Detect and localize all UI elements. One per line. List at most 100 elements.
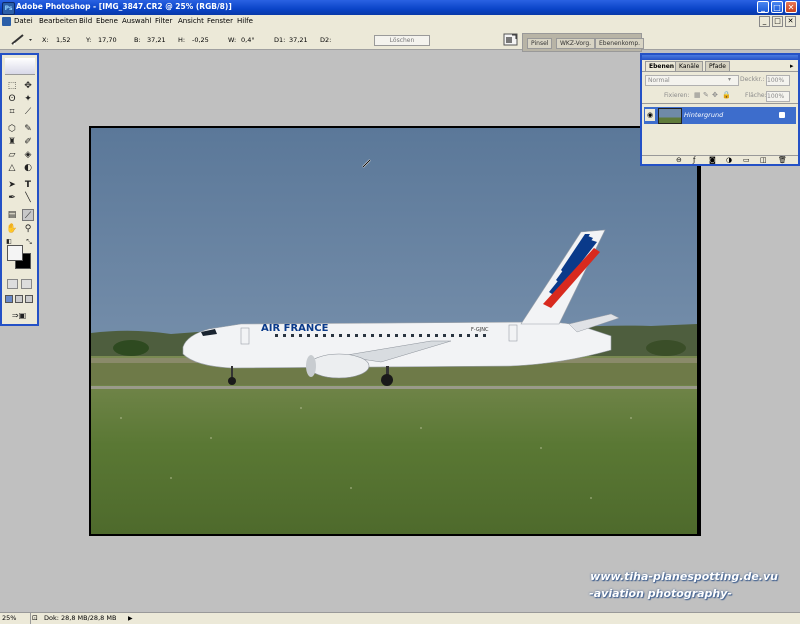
blend-mode-select[interactable]: Normal <box>645 75 739 86</box>
blend-mode-chevron-icon: ▾ <box>728 76 732 83</box>
y-label: Y: <box>86 36 92 44</box>
fill-field[interactable]: 100% <box>766 91 790 102</box>
well-tab-ebenenkomp[interactable]: Ebenenkomp. <box>595 38 645 49</box>
watermark-tagline: -aviation photography- <box>589 587 732 600</box>
minimize-button[interactable]: _ <box>757 1 769 13</box>
line-tool-icon[interactable]: ╲ <box>22 192 34 204</box>
type-tool-icon[interactable]: T <box>22 179 34 191</box>
lasso-tool-icon[interactable]: ʘ <box>6 93 18 105</box>
opacity-label: Deckkr.: <box>740 76 765 83</box>
layer-lock-icon <box>779 112 785 118</box>
zoom-tool-icon[interactable]: ⚲ <box>22 223 34 235</box>
well-tab-wkz-vorg[interactable]: WKZ-Vorg. <box>556 38 596 49</box>
document-icon <box>2 17 11 26</box>
panel-menu-arrow-icon[interactable]: ▸ <box>790 62 794 70</box>
layers-panel-header[interactable] <box>642 55 798 60</box>
layer-row-hintergrund[interactable]: ◉ Hintergrund <box>644 107 796 124</box>
hand-tool-icon[interactable]: ✋ <box>6 223 18 235</box>
w-value: 0,4° <box>241 36 255 44</box>
lock-all-icon[interactable]: 🔒 <box>722 91 731 99</box>
close-button[interactable]: ✕ <box>785 1 797 13</box>
slice-tool-icon[interactable]: ⟋ <box>22 106 34 118</box>
layer-name: Hintergrund <box>684 111 724 119</box>
layer-style-icon[interactable]: ƒ <box>693 156 695 164</box>
document-close-button[interactable]: ✕ <box>785 16 796 27</box>
crop-tool-icon[interactable]: ⌗ <box>6 106 18 118</box>
tab-ebenen[interactable]: Ebenen <box>645 61 679 71</box>
layer-visibility-eye-icon[interactable]: ◉ <box>645 109 655 121</box>
opacity-field[interactable]: 100% <box>766 75 790 86</box>
window-title: Adobe Photoshop - [IMG_3847.CR2 @ 25% (R… <box>16 2 232 11</box>
paint-bucket-tool-icon[interactable]: ◈ <box>22 149 34 161</box>
menu-bar: Datei Bearbeiten Bild Ebene Auswahl Filt… <box>0 15 800 29</box>
lock-transparent-icon[interactable]: ▦ <box>694 91 701 99</box>
move-tool-icon[interactable]: ✥ <box>22 80 34 92</box>
history-brush-tool-icon[interactable]: ✐ <box>22 136 34 148</box>
notes-tool-icon[interactable]: ▤ <box>6 209 18 221</box>
b-value: 37,21 <box>147 36 166 44</box>
menu-datei[interactable]: Datei <box>14 17 33 25</box>
menu-hilfe[interactable]: Hilfe <box>237 17 253 25</box>
link-layers-icon[interactable]: ⊖ <box>676 156 682 164</box>
document-canvas[interactable]: AIR FRANCE F-GJNC <box>89 126 701 536</box>
fill-label: Fläche: <box>745 92 767 99</box>
tab-kanaele[interactable]: Kanäle <box>675 61 704 71</box>
lock-image-icon[interactable]: ✎ <box>703 91 709 99</box>
feather-logo <box>5 58 35 75</box>
clone-stamp-tool-icon[interactable]: ♜ <box>6 136 18 148</box>
dodge-tool-icon[interactable]: ◐ <box>22 162 34 174</box>
menu-ebene[interactable]: Ebene <box>96 17 118 25</box>
title-bar[interactable]: Ps Adobe Photoshop - [IMG_3847.CR2 @ 25%… <box>0 0 800 15</box>
delete-layer-icon[interactable]: 🗑 <box>778 156 787 164</box>
layer-thumbnail <box>658 108 682 124</box>
well-tab-pinsel[interactable]: Pinsel <box>527 38 553 49</box>
new-group-icon[interactable]: ▭ <box>743 156 750 164</box>
palette-well-icon[interactable] <box>503 32 519 47</box>
full-screen-mode-icon[interactable] <box>25 295 33 303</box>
menu-ansicht[interactable]: Ansicht <box>178 17 204 25</box>
menu-bild[interactable]: Bild <box>79 17 92 25</box>
status-icon[interactable]: ⊡ <box>32 614 41 623</box>
maximize-button[interactable]: □ <box>771 1 783 13</box>
full-screen-menu-mode-icon[interactable] <box>15 295 23 303</box>
layer-mask-icon[interactable]: ◙ <box>709 156 716 164</box>
measure-tool-icon[interactable]: ⟋ <box>22 209 34 221</box>
swap-colors-icon[interactable]: ⤡ <box>25 238 33 246</box>
adjustment-layer-icon[interactable]: ◑ <box>726 156 732 164</box>
standard-mode-icon[interactable] <box>7 279 18 289</box>
lock-position-icon[interactable]: ✥ <box>712 91 718 99</box>
menu-bearbeiten[interactable]: Bearbeiten <box>39 17 77 25</box>
marquee-tool-icon[interactable]: ⬚ <box>6 80 18 92</box>
zoom-level-field[interactable]: 25% <box>0 613 31 624</box>
new-layer-icon[interactable]: ◫ <box>760 156 767 164</box>
document-restore-button[interactable]: □ <box>772 16 783 27</box>
airline-livery-text: AIR FRANCE <box>261 323 329 334</box>
w-label: W: <box>228 36 237 44</box>
menu-auswahl[interactable]: Auswahl <box>122 17 151 25</box>
photo-air-france-737: AIR FRANCE F-GJNC <box>91 128 697 534</box>
lock-label: Fixieren: <box>664 92 690 99</box>
tab-pfade[interactable]: Pfade <box>705 61 730 71</box>
h-label: H: <box>178 36 186 44</box>
pen-tool-icon[interactable]: ✒ <box>6 192 18 204</box>
menu-fenster[interactable]: Fenster <box>207 17 233 25</box>
brush-tool-icon[interactable]: ✎ <box>22 123 34 135</box>
path-selection-tool-icon[interactable]: ➤ <box>6 179 18 191</box>
document-minimize-button[interactable]: _ <box>759 16 770 27</box>
healing-brush-tool-icon[interactable]: ⬡ <box>6 123 18 135</box>
watermark-url: www.tiha-planespotting.de.vu <box>590 570 778 583</box>
status-menu-arrow-icon[interactable]: ▶ <box>128 613 133 624</box>
ruler-tool-icon[interactable] <box>9 33 35 47</box>
d1-label: D1: <box>274 36 286 44</box>
jump-to-imageready-icon[interactable]: ⇒▣ <box>5 310 33 321</box>
x-value: 1,52 <box>56 36 71 44</box>
magic-wand-tool-icon[interactable]: ✦ <box>22 93 34 105</box>
menu-filter[interactable]: Filter <box>155 17 172 25</box>
quick-mask-mode-icon[interactable] <box>21 279 32 289</box>
ruler-cursor-icon <box>362 159 371 168</box>
foreground-color-swatch[interactable] <box>7 245 23 261</box>
eraser-tool-icon[interactable]: ▱ <box>6 149 18 161</box>
standard-screen-mode-icon[interactable] <box>5 295 13 303</box>
clear-button[interactable]: Löschen <box>374 35 430 46</box>
blur-tool-icon[interactable]: △ <box>6 162 18 174</box>
